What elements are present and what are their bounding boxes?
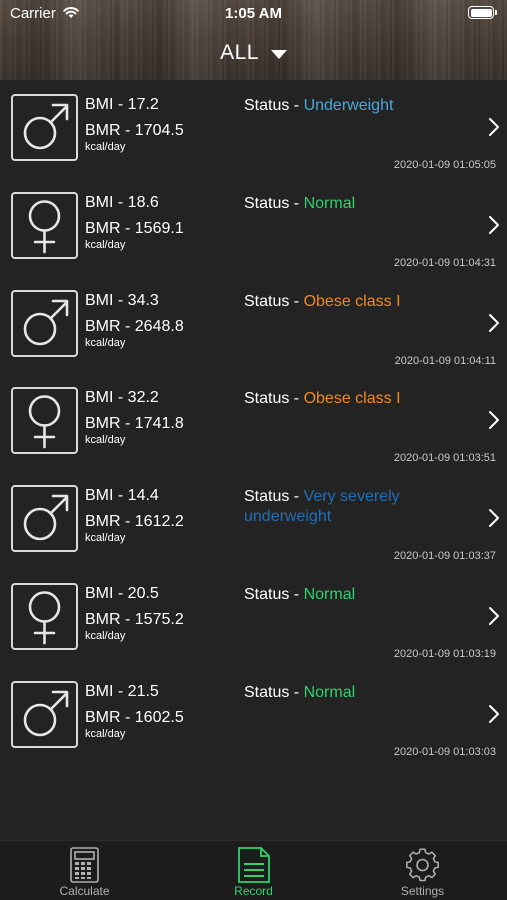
bmr-value: BMR - 1704.5	[85, 122, 184, 139]
record-row[interactable]: BMI - 32.2 BMR - 1741.8 kcal/day Status - O…	[0, 375, 507, 473]
status-value: Obese class I	[303, 292, 401, 310]
record-timestamp: 2020-01-09 01:05:05	[393, 159, 496, 171]
female-symbol-icon	[11, 582, 78, 650]
bmi-value: BMI - 34.3	[85, 291, 159, 309]
status-text: Status - Normal	[244, 585, 459, 605]
status-value: Normal	[303, 585, 356, 603]
tab-record-label: Record	[234, 884, 273, 898]
bmr-value: BMR - 2648.8	[85, 317, 184, 335]
record-row[interactable]: BMI - 14.4 BMR - 1612.2 kcal/day Status - V…	[0, 473, 507, 571]
bmi-value: BMI - 17.2	[85, 96, 159, 113]
header: Carrier 1:05 AM ALL	[0, 0, 507, 80]
status-value: Normal	[303, 683, 356, 701]
tab-bar: Calculate Record Settings	[0, 840, 507, 900]
female-symbol-icon	[11, 191, 78, 259]
male-symbol-icon	[11, 289, 78, 357]
bmi-value: BMI - 14.4	[85, 487, 159, 505]
record-timestamp: 2020-01-09 01:03:37	[393, 550, 496, 563]
record-row[interactable]: BMI - 17.2 BMR - 1704.5 kcal/day Status - U…	[0, 82, 507, 180]
status-prefix: Status -	[244, 390, 304, 408]
status-value: Obese class I	[303, 390, 401, 408]
bmi-value: BMI - 18.6	[85, 193, 159, 211]
status-text: Status - Very severely underweight	[244, 487, 459, 527]
filter-label: ALL	[220, 41, 259, 64]
status-prefix: Status -	[244, 194, 304, 212]
chevron-right-icon	[488, 313, 500, 338]
record-row[interactable]: BMI - 20.5 BMR - 1575.2 kcal/day Status - N…	[0, 571, 507, 669]
filter-dropdown[interactable]: ALL	[0, 40, 507, 66]
bmr-unit: kcal/day	[85, 336, 126, 349]
bmi-value: BMI - 20.5	[85, 584, 159, 602]
battery-icon	[468, 6, 497, 19]
tab-record[interactable]: Record	[169, 841, 338, 900]
bmr-unit: kcal/day	[85, 532, 126, 545]
record-row[interactable]: BMI - 21.5 BMR - 1602.5 kcal/day Status - N…	[0, 669, 507, 767]
tab-settings-label: Settings	[400, 884, 445, 898]
tab-calculate-label: Calculate	[59, 884, 110, 898]
gear-icon	[338, 847, 507, 883]
status-text: Status - Normal	[244, 194, 459, 214]
status-text: Status - Normal	[244, 683, 459, 703]
record-timestamp: 2020-01-09 01:04:11	[394, 354, 496, 367]
status-prefix: Status -	[244, 585, 304, 603]
status-text: Status - Obese class I	[244, 292, 459, 312]
male-symbol-icon	[11, 485, 78, 553]
status-text: Status - Underweight	[244, 96, 459, 116]
male-symbol-icon	[11, 94, 78, 161]
chevron-right-icon	[488, 215, 500, 240]
status-prefix: Status -	[244, 292, 304, 310]
chevron-right-icon	[488, 606, 500, 631]
bmr-value: BMR - 1612.2	[85, 513, 184, 531]
bmr-unit: kcal/day	[85, 629, 126, 642]
male-symbol-icon	[11, 680, 78, 748]
bmr-value: BMR - 1741.8	[85, 415, 184, 433]
bmr-value: BMR - 1575.2	[85, 610, 184, 628]
record-row[interactable]: BMI - 34.3 BMR - 2648.8 kcal/day Status - O…	[0, 278, 507, 376]
status-prefix: Status -	[244, 683, 304, 701]
bmr-value: BMR - 1602.5	[85, 708, 184, 726]
record-timestamp: 2020-01-09 01:04:31	[393, 256, 496, 269]
bmr-unit: kcal/day	[85, 238, 126, 251]
status-value: Normal	[303, 194, 356, 212]
status-bar: Carrier 1:05 AM	[0, 0, 507, 28]
bmr-unit: kcal/day	[85, 434, 126, 447]
record-timestamp: 2020-01-09 01:03:51	[393, 452, 496, 465]
record-list: BMI - 17.2 BMR - 1704.5 kcal/day Status - U…	[0, 82, 507, 767]
record-timestamp: 2020-01-09 01:03:03	[393, 745, 496, 758]
status-prefix: Status -	[244, 488, 304, 506]
bmi-value: BMI - 21.5	[85, 682, 159, 700]
chevron-right-icon	[488, 410, 500, 435]
bmr-value: BMR - 1569.1	[85, 219, 184, 237]
tab-settings[interactable]: Settings	[338, 841, 507, 900]
chevron-right-icon	[488, 508, 500, 533]
status-value: Underweight	[303, 97, 394, 114]
clock: 1:05 AM	[225, 5, 282, 22]
bmr-unit: kcal/day	[85, 141, 126, 153]
tab-calculate[interactable]: Calculate	[0, 841, 169, 900]
bmi-value: BMI - 32.2	[85, 389, 159, 407]
record-timestamp: 2020-01-09 01:03:19	[393, 647, 496, 660]
chevron-right-icon	[488, 704, 500, 729]
female-symbol-icon	[11, 387, 78, 455]
status-prefix: Status -	[244, 97, 304, 114]
calculator-icon	[0, 847, 169, 883]
chevron-right-icon	[488, 117, 500, 142]
bmr-unit: kcal/day	[85, 727, 126, 740]
status-text: Status - Obese class I	[244, 389, 459, 409]
record-row[interactable]: BMI - 18.6 BMR - 1569.1 kcal/day Status - N…	[0, 180, 507, 278]
caret-down-icon	[270, 49, 287, 59]
document-icon	[169, 847, 338, 883]
